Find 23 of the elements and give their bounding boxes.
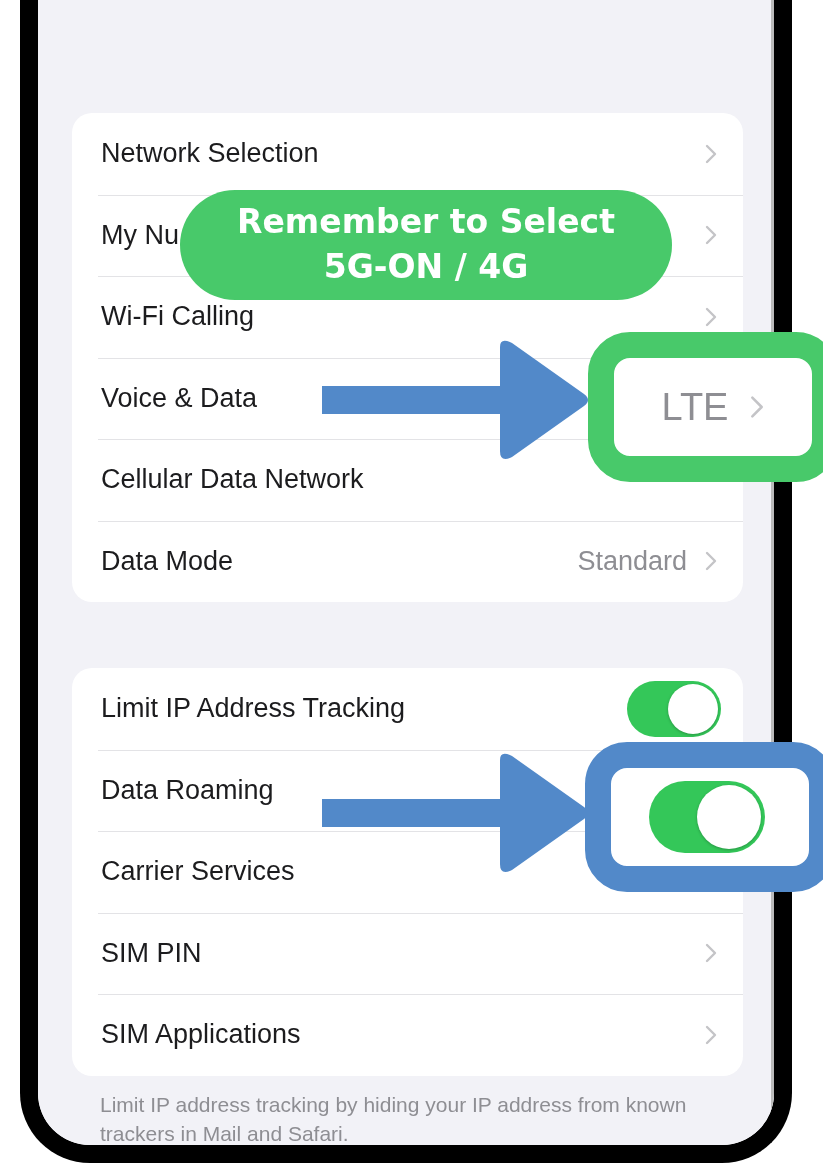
- row-label[interactable]: SIM Applications: [101, 1019, 301, 1051]
- chevron-icon: [705, 306, 717, 327]
- chevron-icon: [750, 395, 765, 419]
- chevron-icon: [705, 551, 717, 572]
- chevron-icon: [705, 943, 717, 964]
- row-label[interactable]: Cellular Data Network: [101, 464, 364, 496]
- row-label[interactable]: Data Mode: [101, 545, 234, 577]
- chevron-icon: [705, 143, 717, 164]
- chevron-icon: [705, 225, 717, 246]
- row-label[interactable]: Limit IP Address Tracking: [101, 693, 406, 725]
- row-label[interactable]: Wi-Fi Calling: [101, 301, 254, 333]
- chevron-icon: [705, 1024, 717, 1045]
- row-label[interactable]: Data Roaming: [101, 774, 274, 806]
- row-label[interactable]: My Nu: [101, 219, 179, 251]
- row-label[interactable]: Carrier Services: [101, 856, 295, 888]
- footer-note: Limit IP address tracking by hiding your IP address from known trackers in Mail and Safari.: [100, 1091, 688, 1145]
- row-label[interactable]: Network Selection: [101, 138, 319, 170]
- callout-text: Remember to Select 5G-ON / 4G: [236, 201, 616, 288]
- row-value: Standard: [577, 545, 687, 577]
- row-label[interactable]: Voice & Data: [101, 382, 258, 414]
- row-label[interactable]: SIM PIN: [101, 937, 202, 969]
- toggle-switch[interactable]: [627, 680, 721, 737]
- network-value: LTE: [661, 385, 729, 429]
